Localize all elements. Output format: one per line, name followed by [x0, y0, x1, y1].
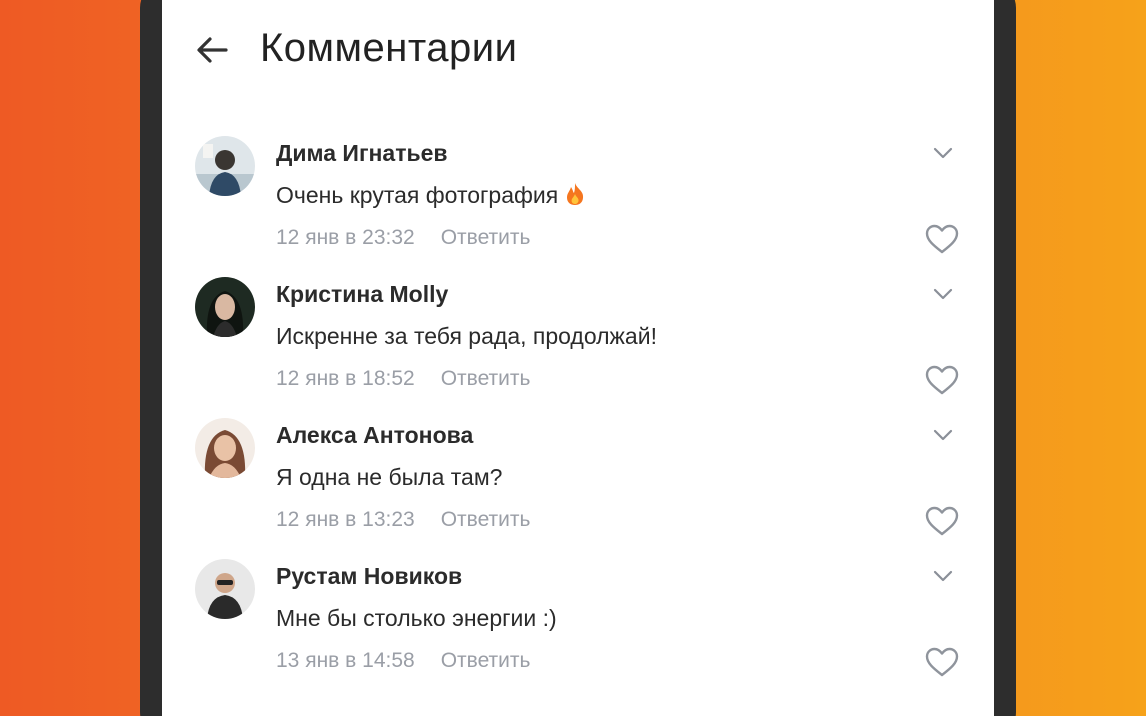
- chevron-down-icon: [930, 140, 956, 166]
- arrow-left-icon: [192, 30, 232, 70]
- like-button[interactable]: [923, 220, 961, 258]
- avatar[interactable]: [195, 277, 255, 337]
- header: Комментарии: [162, 0, 994, 100]
- comment-meta: 13 янв в 14:58 Ответить: [276, 649, 530, 673]
- heart-icon: [923, 502, 961, 540]
- comment-author[interactable]: Рустам Новиков: [276, 563, 462, 590]
- page-title: Комментарии: [260, 26, 518, 70]
- chevron-down-icon: [930, 281, 956, 307]
- reply-button[interactable]: Ответить: [441, 367, 531, 390]
- comment-item: Кристина Molly Искренне за тебя рада, пр…: [162, 271, 994, 412]
- comment-date: 12 янв в 13:23: [276, 508, 415, 531]
- comment-date: 13 янв в 14:58: [276, 649, 415, 672]
- comment-date: 12 янв в 18:52: [276, 367, 415, 390]
- comments-list: Дима Игнатьев Очень крутая фотография 12…: [162, 130, 994, 694]
- comment-text-content: Я одна не была там?: [276, 464, 503, 490]
- heart-icon: [923, 643, 961, 681]
- comment-text-content: Мне бы столько энергии :): [276, 605, 557, 631]
- like-button[interactable]: [923, 361, 961, 399]
- like-button[interactable]: [923, 643, 961, 681]
- fire-icon: [564, 182, 586, 212]
- comments-screen: Комментарии Дима Игнатьев Очень крутая ф…: [162, 0, 994, 716]
- comment-item: Алекса Антонова Я одна не была там? 12 я…: [162, 412, 994, 553]
- reply-button[interactable]: Ответить: [441, 508, 531, 531]
- avatar[interactable]: [195, 136, 255, 196]
- chevron-down-icon: [930, 563, 956, 589]
- comment-text: Мне бы столько энергии :): [276, 605, 557, 632]
- comment-date: 12 янв в 23:32: [276, 226, 415, 249]
- comment-menu-button[interactable]: [930, 422, 956, 448]
- comment-meta: 12 янв в 13:23 Ответить: [276, 508, 530, 532]
- comment-item: Дима Игнатьев Очень крутая фотография 12…: [162, 130, 994, 271]
- heart-icon: [923, 220, 961, 258]
- comment-author[interactable]: Алекса Антонова: [276, 422, 473, 449]
- comment-menu-button[interactable]: [930, 281, 956, 307]
- comment-text: Очень крутая фотография: [276, 182, 586, 212]
- comment-item: Рустам Новиков Мне бы столько энергии :)…: [162, 553, 994, 694]
- comment-meta: 12 янв в 18:52 Ответить: [276, 367, 530, 391]
- reply-button[interactable]: Ответить: [441, 649, 531, 672]
- like-button[interactable]: [923, 502, 961, 540]
- heart-icon: [923, 361, 961, 399]
- comment-menu-button[interactable]: [930, 140, 956, 166]
- comment-author[interactable]: Дима Игнатьев: [276, 140, 448, 167]
- comment-author[interactable]: Кристина Molly: [276, 281, 448, 308]
- chevron-down-icon: [930, 422, 956, 448]
- comment-text-content: Искренне за тебя рада, продолжай!: [276, 323, 657, 349]
- avatar[interactable]: [195, 418, 255, 478]
- back-button[interactable]: [192, 30, 232, 70]
- avatar[interactable]: [195, 559, 255, 619]
- comment-meta: 12 янв в 23:32 Ответить: [276, 226, 530, 250]
- comment-menu-button[interactable]: [930, 563, 956, 589]
- comment-text: Искренне за тебя рада, продолжай!: [276, 323, 657, 350]
- phone-frame: Комментарии Дима Игнатьев Очень крутая ф…: [140, 0, 1016, 716]
- comment-text-content: Очень крутая фотография: [276, 182, 559, 208]
- comment-text: Я одна не была там?: [276, 464, 502, 491]
- reply-button[interactable]: Ответить: [441, 226, 531, 249]
